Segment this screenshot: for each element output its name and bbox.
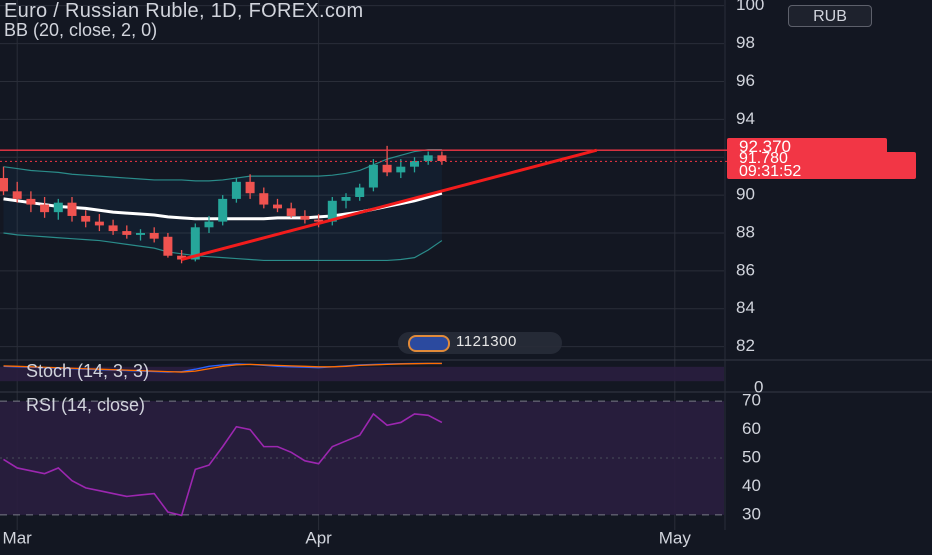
candle-body[interactable] xyxy=(368,164,378,188)
current-price-tag: 91.780 09:31:52 xyxy=(727,151,916,180)
candle-body[interactable] xyxy=(149,232,159,239)
price-axis-label: 84 xyxy=(736,298,755,317)
stoch-legend[interactable]: Stoch (14, 3, 3) xyxy=(26,361,149,382)
time-axis-label: May xyxy=(659,528,692,547)
chart-canvas[interactable]: 82848688909294969810003040506070MarAprMa… xyxy=(0,0,932,550)
candle-body[interactable] xyxy=(67,202,77,216)
currency-button[interactable]: RUB xyxy=(788,5,872,27)
candle-body[interactable] xyxy=(259,193,269,205)
rsi-axis-label: 50 xyxy=(742,447,761,466)
price-axis-label: 98 xyxy=(736,33,755,52)
candle-body[interactable] xyxy=(382,164,392,173)
candle-body[interactable] xyxy=(341,196,351,201)
candle-body[interactable] xyxy=(437,155,447,162)
price-axis-label: 88 xyxy=(736,222,755,241)
rsi-axis-label: 40 xyxy=(742,476,761,495)
candle-body[interactable] xyxy=(218,198,228,222)
price-axis-label: 96 xyxy=(736,71,755,90)
chart-root[interactable]: 82848688909294969810003040506070MarAprMa… xyxy=(0,0,932,550)
price-axis-label: 90 xyxy=(736,185,755,204)
candle-body[interactable] xyxy=(423,155,433,162)
candle-body[interactable] xyxy=(355,187,365,197)
price-axis-label: 100 xyxy=(736,0,764,14)
candle-body[interactable] xyxy=(300,215,310,220)
flag-icon xyxy=(408,335,450,352)
candle-body[interactable] xyxy=(122,231,132,235)
rsi-legend[interactable]: RSI (14, close) xyxy=(26,395,145,416)
candle-body[interactable] xyxy=(94,221,104,226)
time-axis-label: Apr xyxy=(305,528,332,547)
bb-legend[interactable]: BB (20, close, 2, 0) xyxy=(4,20,157,41)
candle-body[interactable] xyxy=(245,181,255,194)
candle-body[interactable] xyxy=(81,215,91,222)
rsi-axis-label: 30 xyxy=(742,504,761,523)
time-axis-label: Mar xyxy=(3,528,33,547)
badge-text: 1121300 xyxy=(456,333,517,350)
candle-body[interactable] xyxy=(286,208,296,216)
price-axis-label: 94 xyxy=(736,109,755,128)
candle-body[interactable] xyxy=(163,236,173,256)
price-axis-label: 86 xyxy=(736,260,755,279)
candle-body[interactable] xyxy=(108,225,118,232)
candle-body[interactable] xyxy=(53,202,63,213)
candle-body[interactable] xyxy=(136,232,145,235)
rsi-axis-label: 60 xyxy=(742,419,761,438)
candle-body[interactable] xyxy=(0,178,8,192)
candle-body[interactable] xyxy=(396,166,406,173)
candle-body[interactable] xyxy=(40,204,50,213)
price-axis-label: 82 xyxy=(736,336,755,355)
rsi-axis-label: 70 xyxy=(742,391,761,410)
candle-body[interactable] xyxy=(12,191,22,199)
candle-body[interactable] xyxy=(204,221,214,228)
candle-body[interactable] xyxy=(26,198,36,205)
indicator-badge[interactable]: 1121300 xyxy=(398,332,562,354)
countdown-value: 09:31:52 xyxy=(739,163,802,180)
candle-body[interactable] xyxy=(231,181,241,199)
candle-body[interactable] xyxy=(273,204,282,209)
